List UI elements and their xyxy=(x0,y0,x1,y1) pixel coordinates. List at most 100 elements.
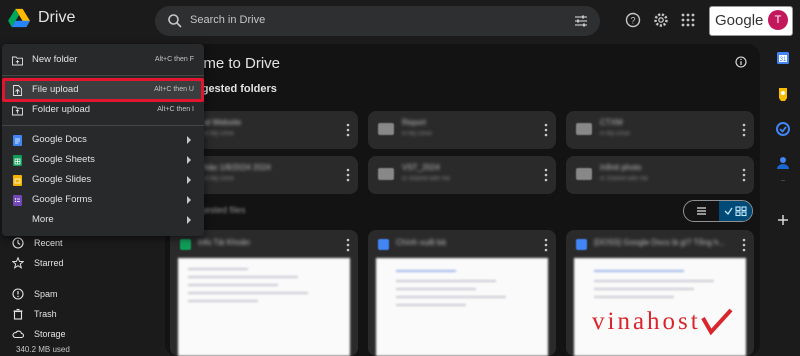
folder-location: in My Drive xyxy=(204,131,235,137)
clock-icon xyxy=(12,237,24,249)
file-card[interactable]: Info Tài Khoản xyxy=(170,230,358,356)
menu-item-google-sheets[interactable]: Google Sheets xyxy=(2,150,204,170)
settings-gear-icon[interactable] xyxy=(653,12,669,28)
more-vert-icon[interactable] xyxy=(346,168,350,182)
menu-item-more[interactable]: More xyxy=(2,210,204,230)
folder-card[interactable]: Infinit photo in Shared with me xyxy=(566,156,754,194)
help-icon[interactable]: ? xyxy=(625,12,641,28)
trash-icon xyxy=(13,308,23,320)
svg-text:31: 31 xyxy=(780,57,787,63)
file-name: Chính xuất bà xyxy=(396,238,446,247)
file-name: Info Tài Khoản xyxy=(198,238,250,247)
file-upload-highlight xyxy=(2,78,204,102)
more-vert-icon[interactable] xyxy=(544,168,548,182)
menu-item-google-docs[interactable]: Google Docs xyxy=(2,130,204,150)
list-view-icon xyxy=(697,207,706,215)
grid-view-icon xyxy=(724,206,747,217)
folder-name: CTXM xyxy=(600,118,623,127)
folder-name: Report xyxy=(402,118,427,127)
more-vert-icon[interactable] xyxy=(544,238,548,252)
menu-item-google-slides[interactable]: Google Slides xyxy=(2,170,204,190)
folder-upload-icon xyxy=(12,106,23,116)
sidebar-item-label: Spam xyxy=(34,289,58,299)
google-docs-icon xyxy=(13,135,22,146)
folder-icon xyxy=(576,168,592,180)
submenu-arrow-icon xyxy=(187,176,191,184)
folder-name: al Website xyxy=(204,118,242,127)
vinahost-watermark: vinahost xyxy=(592,308,735,336)
sidebar-item-storage[interactable]: Storage xyxy=(12,325,66,343)
sidebar-item-trash[interactable]: Trash xyxy=(12,305,57,323)
sidebar-item-label: Starred xyxy=(34,258,64,268)
menu-item-new-folder[interactable]: New folder Alt+C then F xyxy=(2,50,204,70)
info-icon[interactable] xyxy=(735,56,747,68)
submenu-arrow-icon xyxy=(187,216,191,224)
folder-name: hảo 1/8/2024 2024 xyxy=(204,163,271,172)
search-bar[interactable]: Search in Drive xyxy=(155,6,600,36)
folder-name: VST_2024 xyxy=(402,163,440,172)
menu-divider xyxy=(2,75,204,76)
google-wordmark: Google xyxy=(715,12,764,29)
search-input[interactable]: Search in Drive xyxy=(190,14,265,26)
more-vert-icon[interactable] xyxy=(346,123,350,137)
view-toggle[interactable] xyxy=(683,200,753,222)
google-sheets-icon xyxy=(13,155,22,166)
file-preview xyxy=(376,258,548,356)
sidebar-item-label: Storage xyxy=(34,329,66,339)
file-card[interactable]: [DOSS] Google Docs là gì? Tổng h... xyxy=(566,230,754,356)
submenu-arrow-icon xyxy=(187,196,191,204)
menu-item-shortcut: Alt+C then F xyxy=(154,56,194,63)
list-view-button[interactable] xyxy=(684,201,719,221)
grid-view-button[interactable] xyxy=(719,201,752,221)
cloud-icon xyxy=(12,330,24,339)
avatar[interactable]: T xyxy=(768,10,788,30)
folder-icon xyxy=(378,168,394,180)
tasks-icon[interactable] xyxy=(775,121,791,137)
search-icon[interactable] xyxy=(167,13,183,29)
folder-card[interactable]: CTXM in My Drive xyxy=(566,111,754,149)
star-icon xyxy=(12,257,24,269)
more-vert-icon[interactable] xyxy=(742,123,746,137)
more-vert-icon[interactable] xyxy=(742,168,746,182)
keep-icon[interactable] xyxy=(775,87,791,103)
sidebar-item-label: Recent xyxy=(34,238,63,248)
drive-logo[interactable]: Drive xyxy=(8,8,75,28)
contacts-icon[interactable] xyxy=(775,155,791,171)
top-bar: Drive Search in Drive ? Google T xyxy=(0,0,800,42)
search-options-icon[interactable] xyxy=(574,14,588,28)
more-vert-icon[interactable] xyxy=(346,238,350,252)
suggested-folders-heading: ggested folders xyxy=(195,83,277,95)
more-vert-icon[interactable] xyxy=(742,238,746,252)
google-forms-icon xyxy=(13,195,22,206)
sidebar-item-starred[interactable]: Starred xyxy=(12,254,64,272)
menu-item-label: Google Docs xyxy=(32,134,87,145)
calendar-icon[interactable]: 31 xyxy=(775,50,791,66)
file-card[interactable]: Chính xuất bà xyxy=(368,230,556,356)
new-item-menu: New folder Alt+C then F File upload Alt+… xyxy=(2,44,204,236)
folder-location: in My Drive xyxy=(600,131,631,137)
folder-card[interactable]: Report in My Drive xyxy=(368,111,556,149)
menu-item-label: More xyxy=(32,214,54,225)
drive-app: Drive Search in Drive ? Google T Recent … xyxy=(0,0,800,356)
folder-icon xyxy=(378,123,394,135)
svg-text:?: ? xyxy=(630,16,635,26)
add-icon[interactable] xyxy=(775,212,791,228)
submenu-arrow-icon xyxy=(187,156,191,164)
menu-item-label: Google Forms xyxy=(32,194,93,205)
page-title: ome to Drive xyxy=(195,55,281,72)
folder-card[interactable]: VST_2024 in Shared with me xyxy=(368,156,556,194)
sidebar-item-spam[interactable]: Spam xyxy=(12,285,58,303)
watermark-text: vinahost xyxy=(592,308,701,335)
sidebar-item-recent[interactable]: Recent xyxy=(12,234,63,252)
menu-divider xyxy=(2,125,204,126)
file-preview xyxy=(574,258,746,356)
folder-location: in Shared with me xyxy=(600,176,649,182)
menu-item-folder-upload[interactable]: Folder upload Alt+C then I xyxy=(2,100,204,120)
menu-item-google-forms[interactable]: Google Forms xyxy=(2,190,204,210)
apps-grid-icon[interactable] xyxy=(680,12,696,28)
menu-item-label: New folder xyxy=(32,54,78,65)
folder-location: in My Drive xyxy=(402,131,433,137)
drive-logo-icon xyxy=(8,8,30,28)
more-vert-icon[interactable] xyxy=(544,123,548,137)
google-slides-icon xyxy=(13,175,22,186)
